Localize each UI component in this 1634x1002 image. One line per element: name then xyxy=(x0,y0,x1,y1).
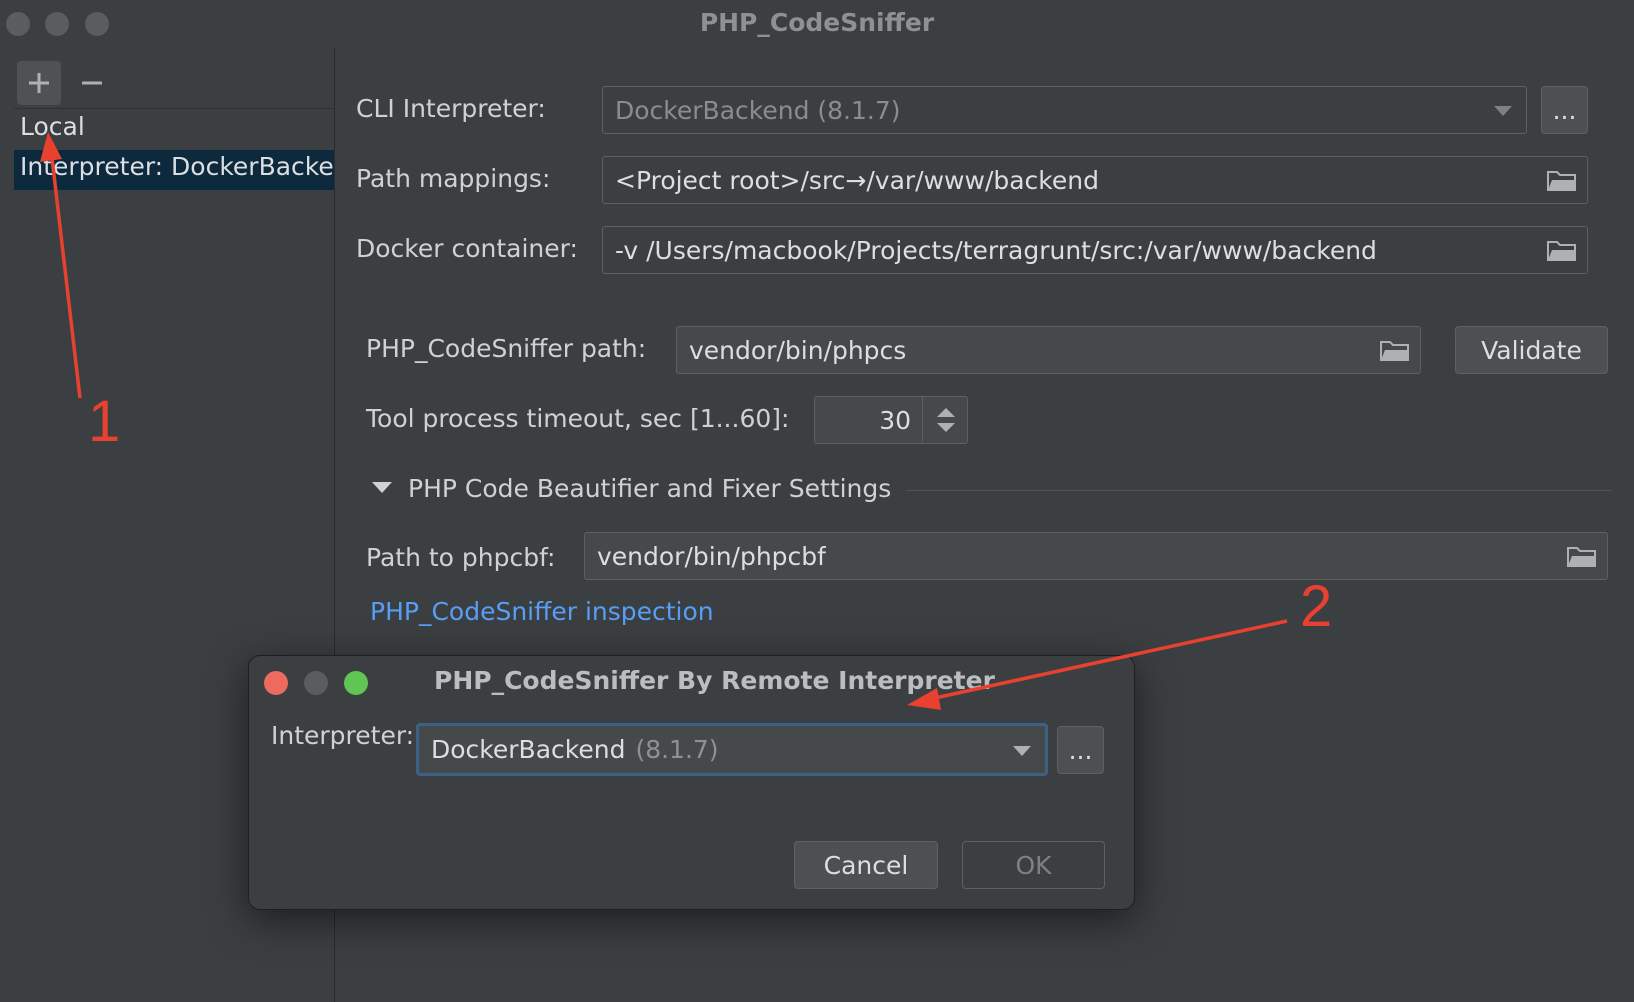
annotation-1-label: 1 xyxy=(88,389,121,454)
arrow-1-head xyxy=(40,132,62,162)
annotation-arrows xyxy=(40,132,1288,710)
annotation-2-label: 2 xyxy=(1300,574,1333,639)
arrow-2-head xyxy=(907,688,941,710)
